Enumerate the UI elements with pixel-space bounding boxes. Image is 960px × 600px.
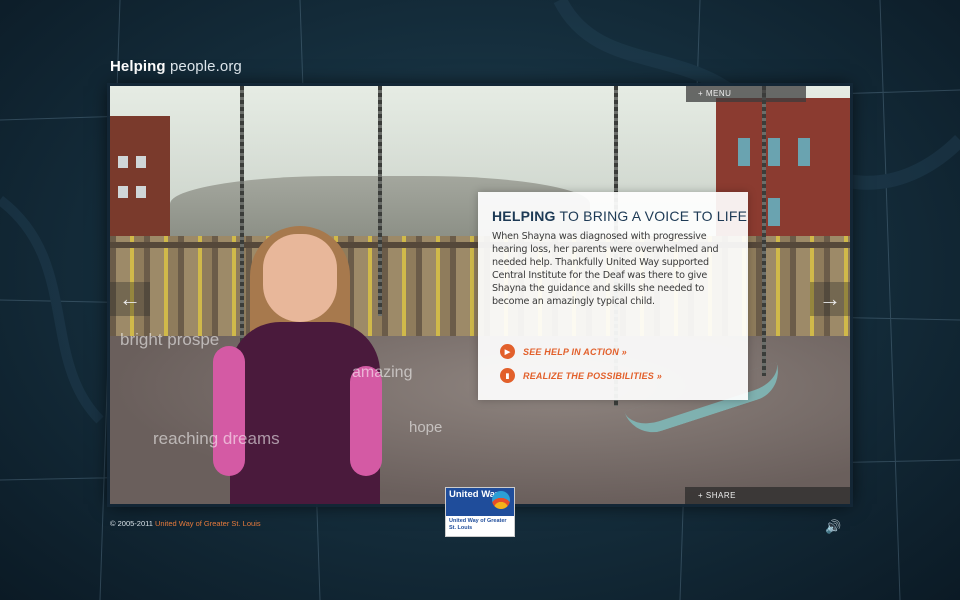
card-body: When Shayna was diagnosed with progressi…: [492, 231, 719, 307]
arrow-left-icon: ←: [119, 286, 141, 311]
cta-label: SEE HELP IN ACTION »: [523, 346, 627, 357]
swing-chain: [378, 86, 382, 316]
copyright: © 2005-2011 United Way of Greater St. Lo…: [110, 519, 261, 528]
card-title: HELPING TO BRING A VOICE TO LIFE: [492, 208, 748, 224]
swing-chain: [240, 86, 244, 346]
card-title-bold: HELPING: [492, 208, 556, 224]
cta-label: REALIZE THE POSSIBILITIES »: [523, 370, 662, 381]
arrow-right-icon: →: [819, 286, 841, 311]
overlay-word: reaching dreams: [153, 429, 280, 448]
overlay-word: hope: [409, 419, 443, 436]
realize-possibilities-link[interactable]: ▮ REALIZE THE POSSIBILITIES »: [500, 368, 662, 383]
card-title-rest: TO BRING A VOICE TO LIFE: [555, 208, 748, 224]
story-card: HELPING TO BRING A VOICE TO LIFE When Sh…: [478, 192, 748, 400]
prev-arrow-button[interactable]: ←: [110, 282, 150, 316]
play-icon: ▶: [500, 344, 515, 359]
overlay-word: amazing: [352, 364, 413, 381]
copyright-text: © 2005-2011: [110, 519, 153, 528]
speaker-icon[interactable]: 🔊: [825, 519, 841, 535]
logo-bold: Helping: [110, 58, 166, 75]
overlay-word: bright prospe: [120, 330, 220, 349]
girl-face: [263, 234, 337, 322]
next-arrow-button[interactable]: →: [810, 282, 850, 316]
site-logo[interactable]: Helping people.org: [110, 58, 242, 75]
uw-sun-icon: [492, 491, 510, 509]
org-link[interactable]: United Way of Greater St. Louis: [155, 519, 261, 528]
video-stage: bright prospe amazing reaching dreams ho…: [110, 86, 850, 504]
girl-arm: [213, 346, 245, 476]
uw-logo-sub: United Way of Greater St. Louis: [449, 518, 507, 531]
girl-arm: [350, 366, 382, 476]
united-way-logo[interactable]: United Way United Way of Greater St. Lou…: [445, 487, 515, 537]
logo-light: people.org: [169, 58, 242, 75]
share-button[interactable]: + SHARE: [685, 487, 850, 504]
menu-button[interactable]: + MENU: [686, 86, 806, 102]
see-help-in-action-link[interactable]: ▶ SEE HELP IN ACTION »: [500, 344, 627, 359]
swing-chain: [762, 86, 766, 376]
chart-icon: ▮: [500, 368, 515, 383]
scene-building-left: [110, 116, 170, 241]
